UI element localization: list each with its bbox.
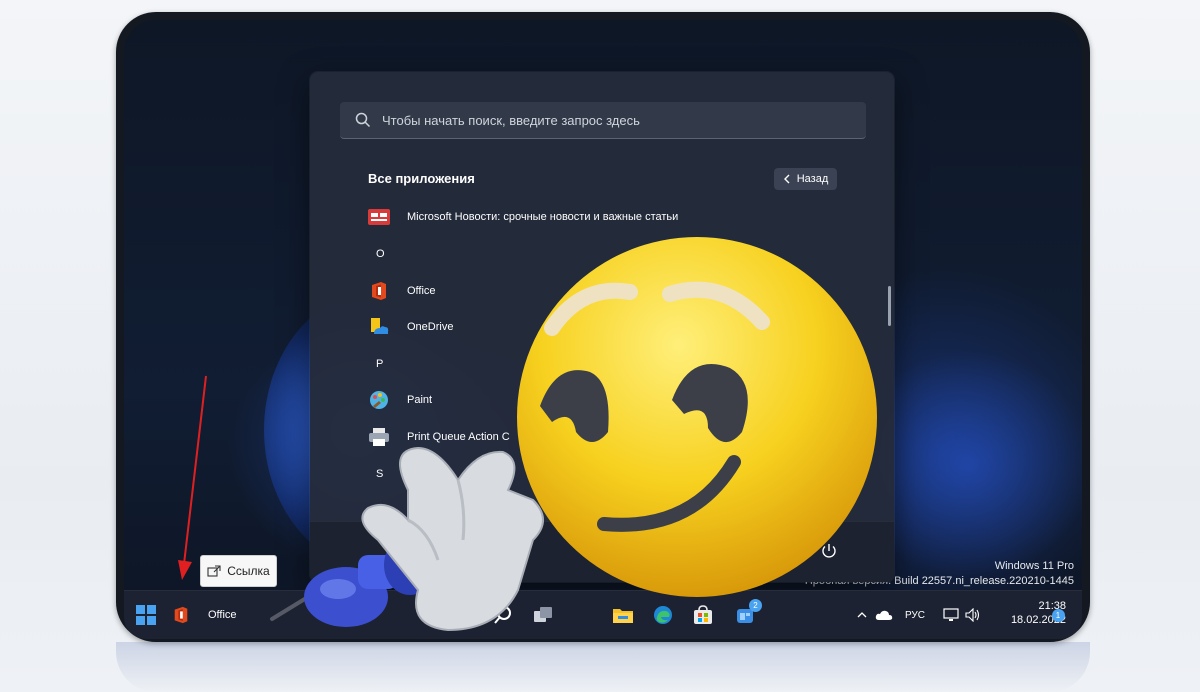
taskbar-office-button[interactable] [166,591,196,639]
letter-header-p[interactable]: P [376,358,383,370]
pin-tooltip: Ссылка [200,555,277,587]
tray-volume-button[interactable] [964,591,982,639]
scrollbar[interactable] [888,286,891,326]
app-label: Office [407,285,436,297]
app-label: Microsoft Новости: срочные новости и важ… [407,211,679,223]
onedrive-icon [368,316,390,338]
app-label: OneDrive [407,321,454,333]
file-explorer-icon [613,609,633,623]
watermark-edition: Windows 11 Pro [994,560,1074,572]
notification-button[interactable]: 1 [1050,591,1066,639]
app-item-onedrive[interactable]: OneDrive [368,312,453,342]
app-item-microsoft-news[interactable]: Microsoft Новости: срочные новости и важ… [368,202,678,232]
app-label: Paint [407,394,433,406]
office-icon [368,280,390,302]
device-reflection [116,642,1090,692]
red-arrow-annotation [178,375,207,580]
taskbar-office-label-button[interactable]: Office [208,591,258,639]
office-icon [174,606,188,624]
volume-icon [965,608,980,622]
language-indicator: РУС [904,609,926,621]
tooltip-label: Ссылка [227,564,270,578]
start-icon [136,605,156,625]
paint-icon [368,389,390,411]
back-label: Назад [796,173,829,185]
edge-icon [654,606,672,624]
start-button[interactable] [134,591,158,639]
search-box[interactable] [340,102,866,139]
letter-header-o[interactable]: O [376,248,385,260]
back-button[interactable]: Назад [774,168,837,190]
search-icon [355,112,371,128]
all-apps-title: Все приложения [368,171,475,186]
taskbar-office-label: Office [208,609,237,621]
network-icon [943,608,959,621]
chevron-left-icon [783,174,790,184]
search-input[interactable] [380,111,854,129]
tray-language-button[interactable]: РУС [902,591,928,639]
store-icon [694,605,712,624]
tray-network-button[interactable] [942,591,960,639]
chevron-up-icon [857,612,867,618]
news-icon [368,206,390,228]
notification-badge: 1 [1051,608,1065,622]
cloud-icon [875,610,893,620]
app-item-paint[interactable]: Paint [368,385,432,415]
smirking-face-sticker [517,237,877,597]
app-item-office[interactable]: Office [368,276,436,306]
